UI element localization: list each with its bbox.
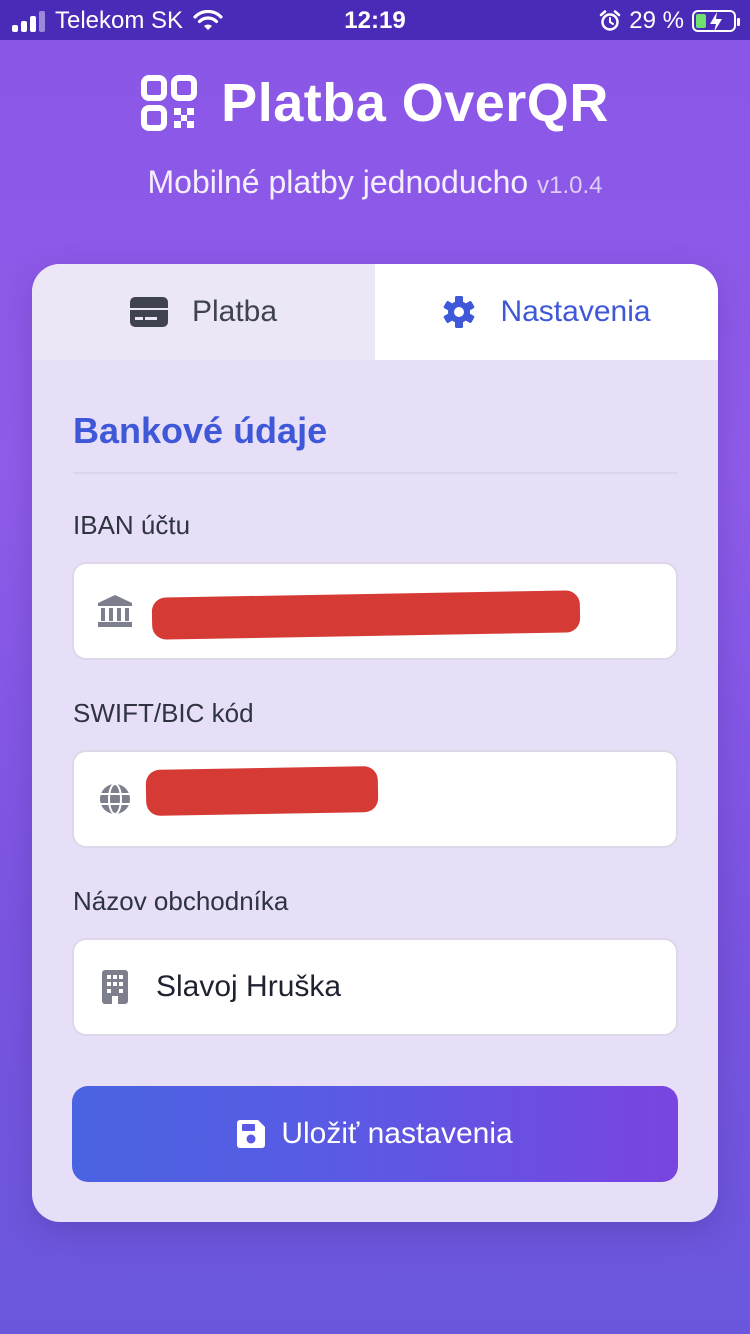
tab-label: Platba	[191, 295, 278, 328]
iban-label: IBAN účtu	[73, 510, 191, 540]
swift-label: SWIFT/BIC kód	[73, 698, 254, 728]
merchant-name-value: Slavoj Hruška	[156, 970, 342, 1003]
tab-nastavenia[interactable]: Nastavenia	[375, 264, 718, 360]
swift-field[interactable]	[72, 750, 678, 848]
status-bar: Telekom SK 12:19 29 %	[0, 0, 750, 40]
iban-field[interactable]	[72, 562, 678, 660]
app-subtitle: Mobilné platby jednoducho v1.0.4	[0, 164, 750, 201]
section-title: Bankové údaje	[73, 410, 328, 451]
alarm-icon	[600, 10, 621, 31]
merchant-label: Názov obchodníka	[73, 886, 289, 916]
battery-icon	[692, 10, 740, 32]
divider	[73, 472, 677, 474]
floppy-disk-icon	[237, 1120, 266, 1148]
settings-card: Platba Nastavenia Bankové údaje IBAN účt…	[32, 264, 718, 1222]
bank-icon	[98, 595, 132, 627]
version-label: v1.0.4	[537, 172, 603, 199]
gear-icon	[444, 296, 475, 328]
tab-bar: Platba Nastavenia	[32, 264, 718, 360]
save-button-label: Uložiť nastavenia	[281, 1117, 513, 1150]
redaction-mark	[145, 765, 379, 817]
globe-icon	[100, 783, 130, 815]
save-settings-button[interactable]: Uložiť nastavenia	[72, 1086, 678, 1182]
app-title: Platba OverQR	[221, 73, 609, 133]
merchant-name-field[interactable]: Slavoj Hruška	[72, 938, 678, 1036]
app-header: Platba OverQR Mobilné platby jednoducho …	[0, 72, 750, 201]
building-icon	[102, 970, 128, 1004]
qr-code-icon	[141, 75, 198, 131]
redaction-mark	[151, 590, 581, 640]
tab-platba[interactable]: Platba	[32, 264, 375, 360]
subtitle-text: Mobilné platby jednoducho	[147, 164, 529, 200]
battery-percent: 29 %	[629, 7, 684, 34]
credit-card-icon	[129, 297, 168, 327]
tab-label: Nastavenia	[500, 295, 651, 328]
